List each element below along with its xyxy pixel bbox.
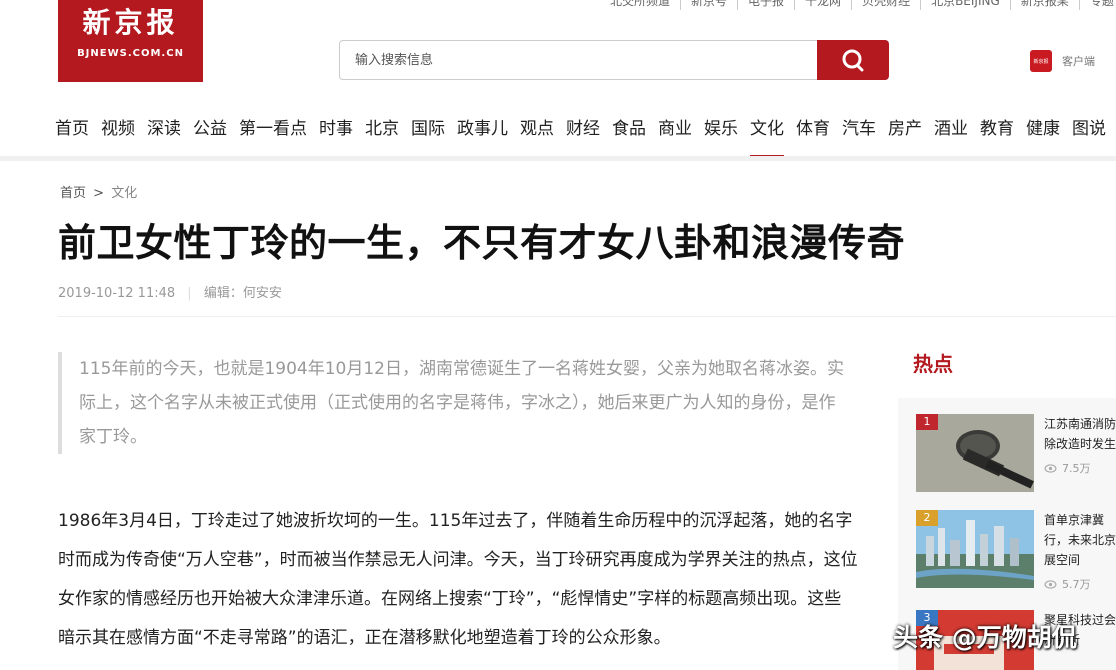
top-link[interactable]: 新京报某 [1009, 0, 1079, 10]
eye-icon [1044, 579, 1057, 589]
nav-item[interactable]: 汽车 [842, 100, 876, 158]
nav-item[interactable]: 观点 [520, 100, 554, 158]
hot-news-item[interactable]: 1 江苏南通消防 除改造时发生 7.5万 [916, 414, 1116, 494]
nav-item[interactable]: 酒业 [934, 100, 968, 158]
hot-news-headline: 江苏南通消防 除改造时发生 [1044, 414, 1116, 454]
site-logo[interactable]: 新京报 BJNEWS.COM.CN [58, 0, 203, 82]
top-link[interactable]: 千龙网 [794, 0, 851, 10]
nav-item-active[interactable]: 文化 [750, 100, 784, 158]
headline-line: 除改造时发生 [1044, 437, 1116, 451]
nav-item[interactable]: 娱乐 [704, 100, 738, 158]
search-input[interactable] [339, 40, 819, 80]
nav-item[interactable]: 深读 [147, 100, 181, 158]
headline-line: 展空间 [1044, 553, 1081, 567]
article-paragraph: 1986年3月4日，丁玲走过了她波折坎坷的一生。115年过去了，伴随着生命历程中… [58, 511, 858, 648]
breadcrumb-home[interactable]: 首页 [60, 186, 86, 201]
logo-name: 新京报 [82, 6, 179, 39]
search-bar [339, 40, 889, 80]
nav-item[interactable]: 商业 [658, 100, 692, 158]
client-label: 客户端 [1062, 55, 1095, 68]
top-link[interactable]: 电子报 [737, 0, 794, 10]
top-link[interactable]: 专题 [1078, 0, 1116, 10]
search-icon [842, 49, 864, 72]
nav-item[interactable]: 健康 [1026, 100, 1060, 158]
headline-line: 行，未来北京 [1044, 533, 1116, 547]
watermark: 头条 @万物胡侃 [893, 623, 1077, 652]
article-date: 2019-10-12 11:48 [58, 286, 176, 301]
headline-line: 江苏南通消防 [1044, 417, 1116, 431]
main-nav: 首页 视频 深读 公益 第一看点 时事 北京 国际 政事儿 观点 财经 食品 商… [55, 100, 1116, 158]
eye-icon [1044, 463, 1057, 473]
hot-news-thumbnail[interactable]: 2 [916, 510, 1034, 588]
meta-divider: | [187, 286, 192, 301]
nav-item[interactable]: 国际 [411, 100, 445, 158]
app-icon: 新京报 [1030, 50, 1052, 72]
hot-news-item[interactable]: 2 首单京津冀 行，未来北京 展空间 5.7万 [916, 510, 1116, 592]
breadcrumb: 首页 > 文化 [60, 182, 137, 201]
hot-news-headline: 首单京津冀 行，未来北京 展空间 [1044, 510, 1116, 570]
nav-item[interactable]: 时事 [319, 100, 353, 158]
breadcrumb-current[interactable]: 文化 [111, 186, 137, 201]
top-link[interactable]: 新京号 [680, 0, 737, 10]
top-link[interactable]: 贝壳财经 [851, 0, 920, 10]
headline-line: 首单京津冀 [1044, 513, 1105, 527]
hot-rank-badge: 1 [916, 414, 938, 430]
view-count: 5.7万 [1062, 578, 1091, 591]
top-link[interactable]: 北交所频道 [600, 0, 680, 10]
view-count: 7.5万 [1062, 462, 1091, 475]
nav-item[interactable]: 首页 [55, 100, 89, 158]
nav-item[interactable]: 公益 [193, 100, 227, 158]
nav-item[interactable]: 房产 [888, 100, 922, 158]
search-button[interactable] [817, 40, 889, 80]
article-editor: 编辑：何安安 [203, 286, 282, 301]
hot-news-views: 7.5万 [1044, 460, 1091, 476]
nav-item[interactable]: 第一看点 [239, 100, 307, 158]
nav-item[interactable]: 财经 [566, 100, 600, 158]
top-link[interactable]: 北京BEIJING [920, 0, 1010, 10]
breadcrumb-separator: > [93, 186, 105, 201]
nav-item[interactable]: 食品 [612, 100, 646, 158]
article-lead-quote: 115年前的今天，也就是1904年10月12日，湖南常德诞生了一名蒋姓女婴，父亲… [58, 352, 848, 454]
logo-domain: BJNEWS.COM.CN [77, 48, 184, 59]
article-meta: 2019-10-12 11:48 | 编辑：何安安 [58, 282, 282, 301]
nav-item[interactable]: 政事儿 [457, 100, 508, 158]
nav-item[interactable]: 视频 [101, 100, 135, 158]
hot-rank-badge: 2 [916, 510, 938, 526]
nav-item[interactable]: 北京 [365, 100, 399, 158]
nav-item[interactable]: 教育 [980, 100, 1014, 158]
article-title: 前卫女性丁玲的一生，不只有才女八卦和浪漫传奇 [58, 221, 906, 265]
client-download[interactable]: 新京报 客户端 [1030, 50, 1095, 72]
hot-news-thumbnail[interactable]: 1 [916, 414, 1034, 492]
top-links: 北交所频道 新京号 电子报 千龙网 贝壳财经 北京BEIJING 新京报某 专题 [600, 0, 1116, 10]
hot-news-title: 热点 [913, 352, 953, 376]
hot-news-views: 5.7万 [1044, 576, 1091, 592]
nav-item[interactable]: 图说 [1072, 100, 1106, 158]
nav-item[interactable]: 体育 [796, 100, 830, 158]
title-divider [58, 316, 1116, 317]
nav-divider [0, 156, 1116, 161]
